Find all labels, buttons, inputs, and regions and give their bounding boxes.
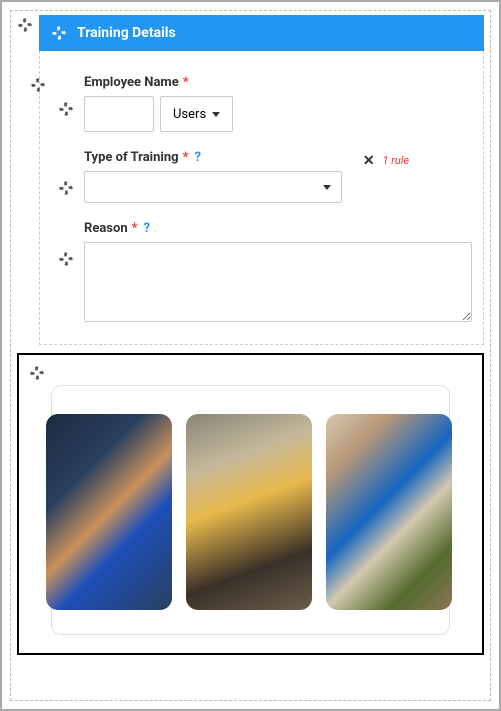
required-mark: * [183, 150, 189, 165]
image-section [17, 353, 484, 655]
image-row [46, 414, 452, 610]
image-card [51, 385, 450, 635]
photo-1 [46, 414, 172, 610]
field-employee-name: Employee Name * Users [54, 75, 469, 132]
caret-down-icon [212, 112, 220, 117]
move-icon[interactable] [58, 180, 74, 196]
field-label: Type of Training * ? [84, 150, 201, 165]
users-dropdown-button[interactable]: Users [160, 96, 233, 132]
field-label: Employee Name * [84, 75, 469, 90]
field-type-of-training: Type of Training * ? ✕ 1 rule [54, 150, 469, 203]
rule-badge[interactable]: 1 rule [383, 154, 409, 167]
help-icon[interactable]: ? [194, 150, 200, 165]
close-icon[interactable]: ✕ [363, 153, 375, 169]
section-title: Training Details [77, 25, 176, 41]
form-canvas: Training Details Employee Name * Users [10, 10, 491, 701]
move-icon[interactable] [58, 101, 74, 117]
training-type-select[interactable] [84, 171, 342, 203]
required-mark: * [183, 75, 189, 90]
reason-textarea[interactable] [84, 242, 472, 322]
photo-2 [186, 414, 312, 610]
move-icon[interactable] [51, 25, 67, 41]
employee-name-input[interactable] [84, 96, 154, 132]
move-icon[interactable] [29, 365, 45, 381]
caret-down-icon [323, 185, 331, 190]
move-icon[interactable] [17, 17, 33, 33]
field-label: Reason * ? [84, 221, 469, 236]
form-body: Employee Name * Users Type of Training *… [39, 51, 484, 345]
move-icon[interactable] [58, 251, 74, 267]
required-mark: * [132, 221, 138, 236]
help-icon[interactable]: ? [144, 221, 150, 236]
photo-3 [326, 414, 452, 610]
field-reason: Reason * ? [54, 221, 469, 326]
section-header: Training Details [39, 15, 484, 51]
move-icon[interactable] [30, 77, 46, 93]
